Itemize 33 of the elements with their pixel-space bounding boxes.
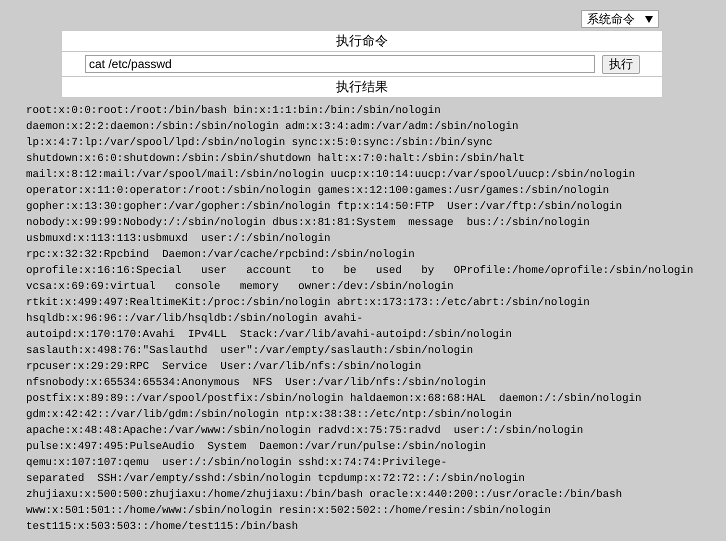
output-line: pulse:x:497:495:PulseAudio System Daemon:/var/run/pulse:/sbin/nologin — [26, 440, 486, 455]
output-line: autoipd:x:170:170:Avahi IPv4LL Stack:/var/lib/avahi-autoipd:/sbin/nologin — [26, 328, 512, 343]
output-line: lp:x:4:7:lp:/var/spool/lpd:/sbin/nologin sync:x:5:0:sync:/sbin:/bin/sync — [26, 136, 493, 151]
output-line: operator:x:11:0:operator:/root:/sbin/nologin games:x:12:100:games:/usr/games:/sbin/nologin — [26, 184, 610, 199]
result-title: 执行结果 — [335, 79, 389, 97]
output-line: usbmuxd:x:113:113:usbmuxd user:/:/sbin/nologin — [26, 232, 331, 247]
output-line: mail:x:8:12:mail:/var/spool/mail:/sbin/nologin uucp:x:10:14:uucp:/var/spool/uucp:/sbin/nologin — [26, 168, 636, 183]
command-type-select[interactable]: 系统命令 — [581, 10, 659, 28]
output-line: test115:x:503:503::/home/test115:/bin/bash — [26, 520, 298, 535]
output-line: rpc:x:32:32:Rpcbind Daemon:/var/cache/rpcbind:/sbin/nologin — [26, 248, 415, 263]
output-line: root:x:0:0:root:/root:/bin/bash bin:x:1:1:bin:/bin:/sbin/nologin — [26, 104, 441, 119]
output-line: qemu:x:107:107:qemu user:/:/sbin/nologin sshd:x:74:74:Privilege- — [26, 456, 448, 471]
output-line: vcsa:x:69:69:virtual console memory owner:/dev:/sbin/nologin — [26, 280, 454, 295]
output-line: daemon:x:2:2:daemon:/sbin:/sbin/nologin adm:x:3:4:adm:/var/adm:/sbin/nologin — [26, 120, 518, 135]
output-line: oprofile:x:16:16:Special user account to be used by OProfile:/home/oprofile:/sbin/nologin — [26, 264, 694, 279]
output-line: zhujiaxu:x:500:500:zhujiaxu:/home/zhujiaxu:/bin/bash oracle:x:440:200::/usr/oracle:/bin/bash — [26, 488, 622, 503]
output-line: gdm:x:42:42::/var/lib/gdm:/sbin/nologin ntp:x:38:38::/etc/ntp:/sbin/nologin — [26, 408, 512, 423]
output-line: rpcuser:x:29:29:RPC Service User:/var/lib/nfs:/sbin/nologin — [26, 360, 422, 375]
output-line: apache:x:48:48:Apache:/var/www:/sbin/nologin radvd:x:75:75:radvd user:/:/sbin/nologin — [26, 424, 584, 439]
output-line: nobody:x:99:99:Nobody:/:/sbin/nologin dbus:x:81:81:System message bus:/:/sbin/nologin — [26, 216, 590, 231]
output-line: gopher:x:13:30:gopher:/var/gopher:/sbin/nologin ftp:x:14:50:FTP User:/var/ftp:/sbin/nologin — [26, 200, 622, 215]
caret-icon — [645, 16, 653, 22]
output-line: separated SSH:/var/empty/sshd:/sbin/nologin tcpdump:x:72:72::/:/sbin/nologin — [26, 472, 525, 487]
command-input[interactable]: cat /etc/passwd — [85, 55, 595, 73]
run-button[interactable]: 执行 — [602, 54, 640, 74]
output-line: rtkit:x:499:497:RealtimeKit:/proc:/sbin/nologin abrt:x:173:173::/etc/abrt:/sbin/nologin — [26, 296, 590, 311]
output-line: saslauth:x:498:76:"Saslauthd user":/var/empty/saslauth:/sbin/nologin — [26, 344, 474, 359]
output-line: shutdown:x:6:0:shutdown:/sbin:/sbin/shutdown halt:x:7:0:halt:/sbin:/sbin/halt — [26, 152, 525, 167]
command-title: 执行命令 — [335, 33, 389, 51]
output-line: postfix:x:89:89::/var/spool/postfix:/sbin/nologin haldaemon:x:68:68:HAL daemon:/:/sbin/nologin — [26, 392, 642, 407]
output-line: www:x:501:501::/home/www:/sbin/nologin resin:x:502:502::/home/resin:/sbin/nologin — [26, 504, 551, 519]
output-line: nfsnobody:x:65534:65534:Anonymous NFS User:/var/lib/nfs:/sbin/nologin — [26, 376, 486, 391]
output-line: hsqldb:x:96:96::/var/lib/hsqldb:/sbin/nologin avahi- — [26, 312, 363, 327]
